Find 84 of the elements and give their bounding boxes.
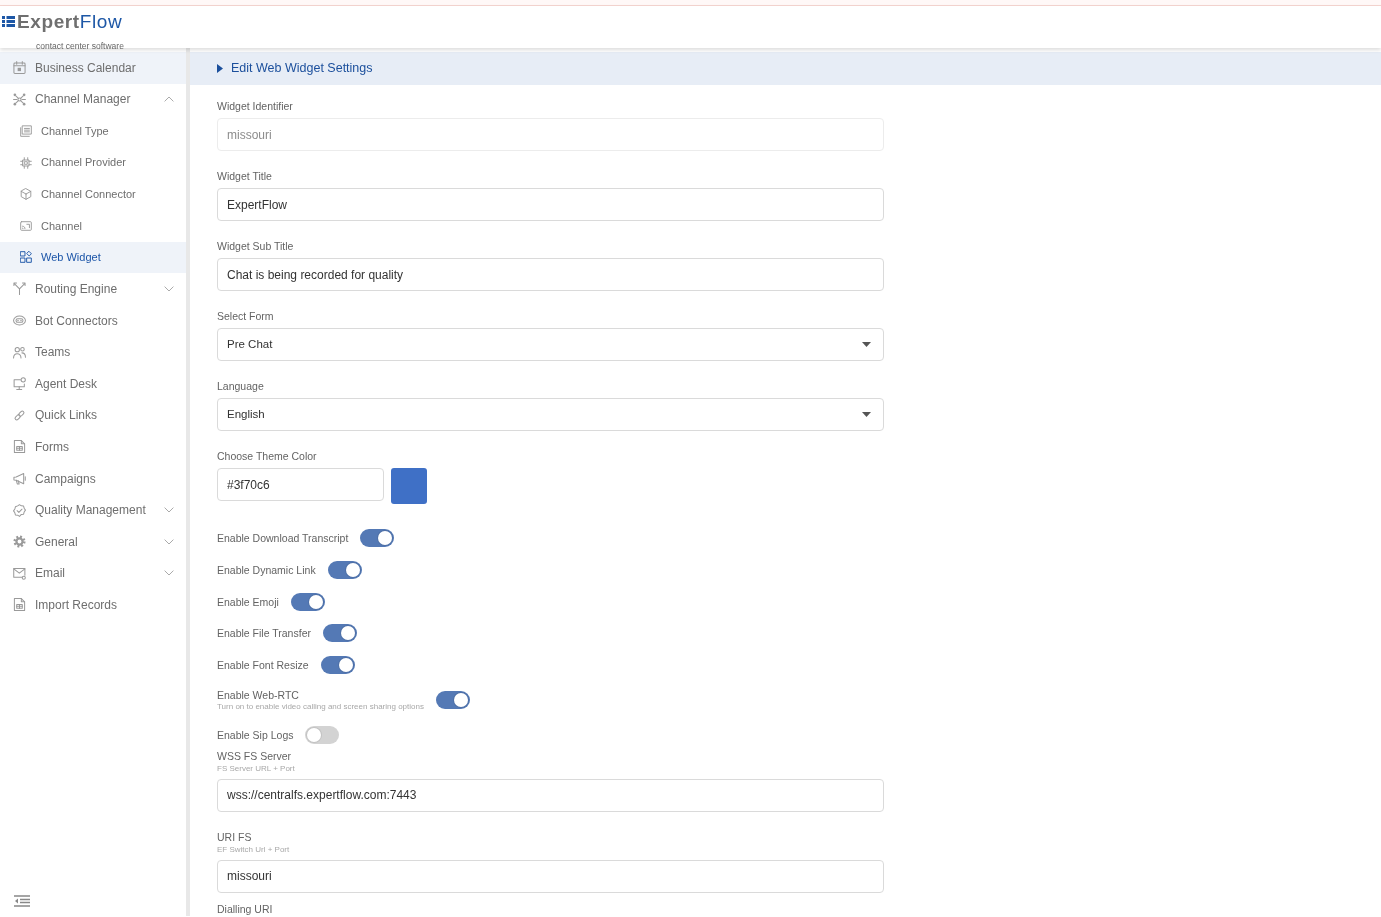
toggle-switch[interactable] [327,560,362,579]
screen-icon [20,219,32,232]
toggle-label: Enable Emoji [217,594,279,609]
sidebar-item[interactable]: Teams [0,336,186,368]
field-label: URI FS [217,829,253,844]
section-header[interactable]: Edit Web Widget Settings [190,52,1381,85]
field-label: Language [217,379,265,393]
sidebar-item[interactable]: Agent Desk [0,367,186,400]
field-hint: Turn on to enable video calling and screen sharing options [217,701,424,712]
gear-icon [13,535,26,549]
field-label: Select Form [217,309,275,323]
people-icon [13,345,26,359]
chevron-down-icon[interactable] [164,570,174,577]
field-label: Dialling URI [217,902,274,915]
select-field[interactable]: English [217,398,884,431]
monitor-icon [13,377,26,391]
sidebar-item[interactable]: General [0,525,186,558]
list-icon [20,125,32,137]
text-field: missouri [217,118,884,151]
nodes-icon [13,92,26,106]
text-field[interactable]: missouri [217,859,884,893]
field-label: Widget Title [217,169,273,183]
field-label: Widget Sub Title [217,239,295,253]
toggle-label: Enable Download Transcript [217,531,349,545]
chip-icon [20,156,32,169]
sidebar-item[interactable]: Forms [0,431,186,463]
swatch-icon[interactable] [391,468,427,504]
collapse-menu-icon[interactable] [14,895,30,907]
document-icon [13,440,26,454]
text-field[interactable]: #3f70c6 [217,468,384,501]
field-label: Widget Identifier [217,99,294,113]
grid-icon [20,251,32,264]
caret-down-icon [862,412,871,417]
chevron-down-icon[interactable] [164,507,174,514]
sidebar-item[interactable]: Bot Connectors [0,304,186,337]
caret-down-icon [862,342,871,347]
field-label: WSS FS Server [217,748,293,763]
sidebar-subitem[interactable]: Channel Provider [0,146,186,179]
link-icon [13,408,26,422]
chevron-down-icon[interactable] [164,538,174,545]
text-field[interactable]: Chat is being recorded for quality [217,258,884,291]
sidebar-item[interactable]: Channel Manager [0,83,186,116]
logo-icon [2,16,15,27]
toggle-label: Enable Dynamic Link [217,562,316,577]
text-field[interactable]: wss://centralfs.expertflow.com:7443 [217,778,884,812]
logo-wordmark: ExpertFlow [17,11,123,32]
sidebar-item[interactable]: Campaigns [0,462,186,495]
toggle-switch[interactable] [305,725,340,744]
calendar-icon [13,61,26,75]
cube-icon [20,188,32,201]
toggle-label: Enable File Transfer [217,626,311,641]
logo-tagline: contact center software [36,41,124,51]
toggle-label: Enable Web-RTC [217,687,300,702]
envelope-icon [13,566,26,580]
document-icon [13,598,26,612]
field-hint: FS Server URL + Port [217,763,296,774]
field-hint: EF Switch Url + Port [217,844,291,855]
sidebar-item[interactable]: Routing Engine [0,273,186,305]
toggle-label: Enable Sip Logs [217,727,294,742]
robot-icon [13,314,26,328]
field-label: Choose Theme Color [217,449,318,463]
sidebar-subitem[interactable]: Channel [0,209,186,242]
toggle-switch[interactable] [435,690,470,709]
sidebar-item[interactable]: Quality Management [0,494,186,526]
toggle-switch[interactable] [322,624,357,643]
sidebar-subitem[interactable]: Channel Connector [0,178,186,210]
sidebar-subitem[interactable]: Channel Type [0,115,186,147]
sidebar-item[interactable]: Quick Links [0,399,186,432]
sidebar-subitem[interactable]: Web Widget [0,241,186,274]
toggle-switch[interactable] [290,592,325,611]
text-field[interactable]: ExpertFlow [217,188,884,221]
chevron-up-icon[interactable] [164,96,174,103]
sidebar-item[interactable]: Business Calendar [0,52,186,84]
toggle-switch[interactable] [320,656,355,674]
select-field[interactable]: Pre Chat [217,328,884,361]
toggle-label: Enable Font Resize [217,658,309,672]
branch-icon [13,282,26,296]
megaphone-icon [13,472,26,485]
check-badge-icon [13,503,26,517]
toggle-switch[interactable] [360,529,395,547]
caret-right-icon [217,64,223,73]
chevron-down-icon[interactable] [164,285,174,292]
sidebar-item[interactable]: Email [0,557,186,590]
sidebar-item[interactable]: Import Records [0,589,186,621]
